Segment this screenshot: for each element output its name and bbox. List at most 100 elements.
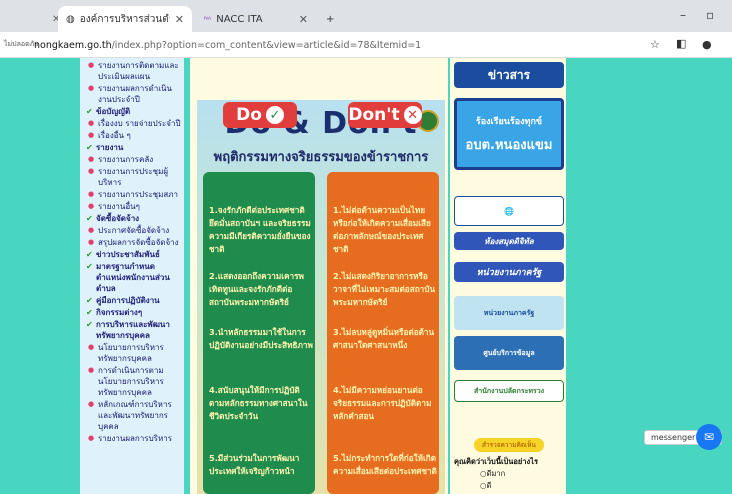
- restore-icon[interactable]: ▫: [706, 8, 714, 22]
- survey-header: สำรวจความคิดเห็น: [474, 438, 544, 452]
- do-point: 2.แสดงออกถึงความเคารพ เทิดทูนและจงรักภัก…: [209, 271, 304, 307]
- sidebar-item[interactable]: ✔ จัดซื้อจัดจ้าง: [86, 213, 182, 224]
- check-bullet-icon: ✔: [86, 214, 93, 223]
- sidebar-item[interactable]: ● รายงานการติดตามและประเมินผลแผน: [86, 60, 182, 82]
- sidebar-item[interactable]: ● รายงานผลการบริหาร: [86, 433, 182, 444]
- do-dont-poster: Do & Don't พฤติกรรมทางจริยธรรมของข้าราชก…: [197, 100, 445, 494]
- bullet-icon: ●: [88, 226, 95, 234]
- nacc-icon: ᴺᴬ: [204, 14, 212, 24]
- url-text[interactable]: nongkaem.go.th/index.php?option=com_cont…: [34, 37, 421, 53]
- bullet-icon: ●: [88, 155, 95, 163]
- sidebar-item-label: มาตรฐานกำหนดตำแหน่งพนักงานส่วนตำบล: [96, 262, 170, 293]
- agency-link[interactable]: หน่วยงานภาครัฐ: [454, 262, 564, 282]
- check-bullet-icon: ✔: [86, 143, 93, 152]
- mosquito-banner[interactable]: ศูนย์บริการข้อมูล: [454, 336, 564, 370]
- sidebar-item-label: จัดซื้อจัดจ้าง: [96, 214, 140, 223]
- news-banner[interactable]: ข่าวสาร: [454, 62, 564, 88]
- sidebar-item[interactable]: ✔ รายงาน: [86, 142, 182, 153]
- sidebar-item[interactable]: ✔ กิจกรรมต่างๆ: [86, 307, 182, 318]
- sidebar-item[interactable]: ✔ ข้อบัญญัติ: [86, 106, 182, 117]
- survey-option[interactable]: ○ดี: [454, 480, 564, 492]
- sidebar-item-label: เรื่องงบ รายจ่ายประจำปี: [98, 119, 181, 128]
- sidebar-item-label: รายงานการคลัง: [98, 155, 154, 164]
- do-point: 3.นำหลักธรรมมาใช้ในการปฏิบัติงานอย่างมีป…: [209, 327, 313, 350]
- bullet-icon: ●: [88, 343, 95, 351]
- sidebar-item-label: รายงานการประชุมผู้บริหาร: [98, 167, 169, 187]
- sidebar-item[interactable]: ✔ การบริหารและพัฒนาทรัพยากรบุคคล: [86, 319, 182, 341]
- check-bullet-icon: ✔: [86, 308, 93, 317]
- sidebar-item[interactable]: ✔ คู่มือการปฏิบัติงาน: [86, 295, 182, 306]
- sidebar-item[interactable]: ● เรื่องงบ รายจ่ายประจำปี: [86, 118, 182, 129]
- sidebar-item[interactable]: ● รายงานผลการดำเนินงานประจำปี: [86, 83, 182, 105]
- sidebar-item-label: นโยบายการบริหารทรัพยากรบุคคล: [98, 343, 164, 363]
- check-bullet-icon: ✔: [86, 320, 93, 329]
- sidebar-item[interactable]: ● สรุปผลการจัดซื้อจัดจ้าง: [86, 237, 182, 248]
- bullet-icon: ●: [88, 366, 95, 374]
- sidebar-item[interactable]: ● รายงานการคลัง: [86, 154, 182, 165]
- tab-bar: ✕ ◍ องค์การบริหารส่วนตำบลหนองแขม :: ... …: [0, 0, 732, 32]
- bullet-icon: ●: [88, 119, 95, 127]
- check-icon: ✓: [265, 106, 284, 124]
- address-bar[interactable]: ไม่ปลอดภัย nongkaem.go.th/index.php?opti…: [0, 32, 732, 58]
- dont-point: 2.ไม่แสดงกิริยาอาการหรือวาจาที่ไม่เหมาะส…: [333, 271, 436, 307]
- news-logo-banner[interactable]: 🌐: [454, 196, 564, 226]
- minimize-icon[interactable]: –: [680, 8, 686, 22]
- dont-point: 4.ไม่มีความหย่อนยานต่อจริยธรรมและการปฏิบ…: [333, 385, 432, 421]
- do-header: Do ✓: [223, 102, 297, 128]
- sidebar-item-label: การดำเนินการตามนโยบายการบริหารทรัพยากรบุ…: [98, 366, 164, 397]
- sidebar-item-label: รายงานผลการบริหาร: [98, 434, 173, 443]
- close-icon[interactable]: ✕: [175, 13, 184, 26]
- sidebar-item[interactable]: ● รายงานอื่นๆ: [86, 201, 182, 212]
- globe-icon: ◍: [66, 13, 75, 25]
- bullet-icon: ●: [88, 167, 95, 175]
- sidebar-item-label: คู่มือการปฏิบัติงาน: [96, 296, 160, 305]
- survey-box: สำรวจความคิดเห็น คุณคิดว่าเว็บนี้เป็นอย่…: [454, 438, 564, 492]
- sidebar-item-label: รายงานอื่นๆ: [98, 202, 140, 211]
- check-bullet-icon: ✔: [86, 296, 93, 305]
- sidebar-item[interactable]: ● ประกาศจัดซื้อจัดจ้าง: [86, 225, 182, 236]
- extensions-icon[interactable]: ◧: [676, 37, 686, 50]
- bullet-icon: ●: [88, 400, 95, 408]
- sidebar-item[interactable]: ● รายงานการประชุมผู้บริหาร: [86, 166, 182, 188]
- new-tab-button[interactable]: +: [318, 6, 334, 32]
- tab-nongkaem[interactable]: ◍ องค์การบริหารส่วนตำบลหนองแขม :: ... ✕: [58, 6, 192, 32]
- sidebar-item-label: ข้อบัญญัติ: [96, 107, 131, 116]
- complaint-banner[interactable]: ร้องเรียนร้องทุกข์ อบต.หนองแขม: [454, 98, 564, 170]
- dont-header: Don't ✕: [348, 102, 422, 128]
- bullet-icon: ●: [88, 238, 95, 246]
- do-point: 1.จงรักภักดีต่อประเทศชาติ ยึดมั่นสถาบันฯ…: [209, 205, 311, 254]
- sidebar-item[interactable]: ● รายงานการประชุมสภา: [86, 189, 182, 200]
- library-link[interactable]: ห้องสมุดดิจิทัล: [454, 232, 564, 250]
- tab-nacc[interactable]: ᴺᴬ NACC ITA ✕: [196, 6, 316, 32]
- info-banner[interactable]: หน่วยงานภาครัฐ: [454, 296, 564, 330]
- sidebar-item[interactable]: ● เรื่องอื่น ๆ: [86, 130, 182, 141]
- bullet-icon: ●: [88, 61, 95, 69]
- close-icon[interactable]: ✕: [299, 13, 308, 26]
- sidebar-item[interactable]: ✔ ข่าวประชาสัมพันธ์: [86, 249, 182, 260]
- tab-label: NACC ITA: [216, 13, 263, 25]
- profile-icon[interactable]: ●: [702, 38, 712, 51]
- sidebar-item[interactable]: ✔ มาตรฐานกำหนดตำแหน่งพนักงานส่วนตำบล: [86, 261, 182, 294]
- sidebar-item-label: การบริหารและพัฒนาทรัพยากรบุคคล: [96, 320, 170, 340]
- sidebar-item-label: ข่าวประชาสัมพันธ์: [96, 250, 160, 259]
- sidebar-item[interactable]: ● หลักเกณฑ์การบริหารและพัฒนาทรัพยากรบุคคล: [86, 399, 182, 432]
- sidebar-item-label: เรื่องอื่น ๆ: [98, 131, 131, 140]
- check-bullet-icon: ✔: [86, 250, 93, 259]
- survey-option[interactable]: ○ดีมาก: [454, 468, 564, 480]
- dont-point: 5.ไม่กระทำการใดที่ก่อให้เกิดความเสื่อมเส…: [333, 453, 437, 476]
- do-point: 4.สนับสนุนให้มีการปฏิบัติตามหลักธรรมทางศ…: [209, 385, 308, 421]
- messenger-icon[interactable]: ✉: [696, 424, 722, 450]
- sidebar-item-label: หลักเกณฑ์การบริหารและพัฒนาทรัพยากรบุคคล: [98, 400, 172, 431]
- star-icon[interactable]: ☆: [650, 38, 660, 51]
- globe-icon: 🌐: [504, 206, 514, 216]
- sidebar-item-label: กิจกรรมต่างๆ: [96, 308, 143, 317]
- bullet-icon: ●: [88, 190, 95, 198]
- office-link[interactable]: สำนักงานปลัดกระทรวง: [454, 380, 564, 402]
- dont-point: 3.ไม่ลบหลู่ดูหมิ่นหรือต่อต้านศาสนาใดศาสน…: [333, 327, 435, 350]
- bullet-icon: ●: [88, 84, 95, 92]
- sidebar-item-label: สรุปผลการจัดซื้อจัดจ้าง: [98, 238, 179, 247]
- sidebar-item[interactable]: ● การดำเนินการตามนโยบายการบริหารทรัพยากรบ…: [86, 365, 182, 398]
- dont-point: 1.ไม่ต่อต้านความเป็นไทย หรือก่อให้เกิดคว…: [333, 205, 431, 254]
- sidebar-item[interactable]: ● นโยบายการบริหารทรัพยากรบุคคล: [86, 342, 182, 364]
- sidebar-item-label: รายงานผลการดำเนินงานประจำปี: [98, 84, 172, 104]
